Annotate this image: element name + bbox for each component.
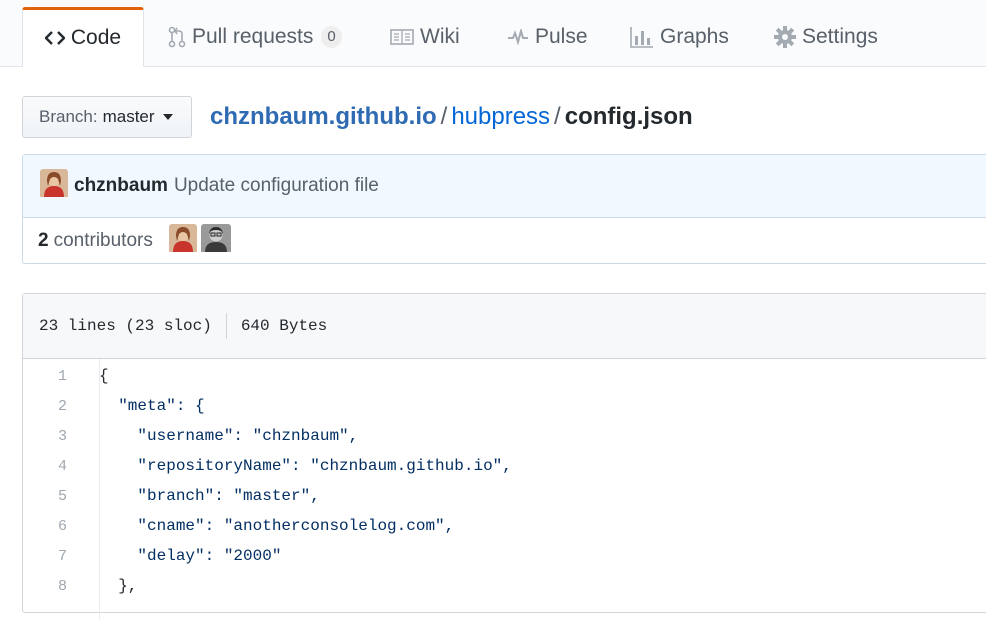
line-number[interactable]: 7: [23, 548, 83, 565]
tab-label: Code: [70, 25, 122, 49]
code-line: 1{: [23, 361, 986, 391]
breadcrumb: chznbaum.github.io / hubpress / config.json: [210, 100, 693, 134]
breadcrumb-repo-link[interactable]: chznbaum.github.io: [210, 103, 437, 130]
commit-box: chznbaum Update configuration file 2 con…: [22, 154, 986, 264]
code-line: 8 },: [23, 571, 986, 601]
tab-pull-requests[interactable]: Pull requests 0: [168, 8, 342, 66]
tab-label: Graphs: [660, 25, 729, 48]
line-number[interactable]: 3: [23, 428, 83, 445]
branch-select-button[interactable]: Branch: master: [22, 96, 192, 138]
tab-pulse[interactable]: Pulse: [507, 8, 588, 66]
line-content: "repositoryName": "chznbaum.github.io",: [99, 457, 512, 475]
code-line: 2 "meta": {: [23, 391, 986, 421]
file-viewer: 23 lines (23 sloc) 640 Bytes 1{ 2 "meta"…: [22, 293, 986, 619]
line-content: "username": "chznbaum",: [99, 427, 359, 445]
contributors-label[interactable]: contributors: [54, 230, 153, 252]
line-number[interactable]: 1: [23, 368, 83, 385]
file-info: 23 lines (23 sloc) 640 Bytes: [23, 294, 986, 359]
branch-name: master: [102, 107, 155, 126]
graph-icon: [630, 26, 654, 48]
line-number[interactable]: 2: [23, 398, 83, 415]
gear-icon: [774, 26, 796, 48]
caret-down-icon: [162, 114, 173, 120]
file-line-count: 23 lines (23 sloc): [39, 317, 212, 335]
tab-wiki[interactable]: Wiki: [390, 8, 460, 66]
contributors-count: 2: [38, 230, 49, 251]
line-content: "delay": "2000": [99, 547, 282, 565]
breadcrumb-separator: /: [554, 103, 561, 130]
line-content: },: [99, 577, 138, 595]
breadcrumb-separator: /: [440, 103, 448, 130]
commit-author-link[interactable]: chznbaum: [74, 175, 168, 197]
tab-settings[interactable]: Settings: [774, 8, 878, 66]
line-content: "cname": "anotherconsolelog.com",: [99, 517, 455, 535]
code-line: 4 "repositoryName": "chznbaum.github.io"…: [23, 451, 986, 481]
tab-code[interactable]: Code: [22, 7, 144, 67]
tab-label: Pull requests: [192, 25, 314, 48]
line-content: {: [99, 367, 109, 385]
avatar[interactable]: [40, 169, 68, 203]
tab-graphs[interactable]: Graphs: [630, 8, 729, 66]
code-icon: [44, 30, 65, 46]
line-content: "meta": {: [99, 397, 205, 415]
code-line: 5 "branch": "master",: [23, 481, 986, 511]
breadcrumb-file-name: config.json: [564, 103, 693, 130]
code-table: 1{ 2 "meta": { 3 "username": "chznbaum",…: [23, 359, 986, 619]
contributors-row: 2 contributors: [23, 218, 986, 264]
line-number[interactable]: 6: [23, 518, 83, 535]
line-number[interactable]: 4: [23, 458, 83, 475]
pull-request-icon: [168, 26, 186, 48]
pull-request-count: 0: [321, 26, 342, 48]
tab-label: Wiki: [420, 25, 460, 48]
line-content: "branch": "master",: [99, 487, 320, 505]
code-line: 7 "delay": "2000": [23, 541, 986, 571]
tab-label: Settings: [802, 25, 878, 48]
branch-label: Branch:: [39, 107, 98, 126]
file-size: 640 Bytes: [240, 317, 328, 335]
line-number[interactable]: 5: [23, 488, 83, 505]
contributor-avatar[interactable]: [168, 224, 197, 258]
latest-commit: chznbaum Update configuration file: [23, 155, 986, 218]
contributor-avatar[interactable]: [200, 224, 231, 258]
tab-label: Pulse: [535, 25, 588, 48]
file-info-divider: [225, 313, 227, 339]
breadcrumb-folder-link[interactable]: hubpress: [451, 103, 550, 130]
pulse-icon: [507, 29, 529, 45]
code-line: 6 "cname": "anotherconsolelog.com",: [23, 511, 986, 541]
commit-message-link[interactable]: Update configuration file: [174, 175, 379, 197]
repo-nav: Code Pull requests 0 Wiki Pulse Graphs S…: [0, 0, 986, 67]
code-line: 3 "username": "chznbaum",: [23, 421, 986, 451]
book-icon: [390, 28, 414, 46]
line-number[interactable]: 8: [23, 578, 83, 595]
